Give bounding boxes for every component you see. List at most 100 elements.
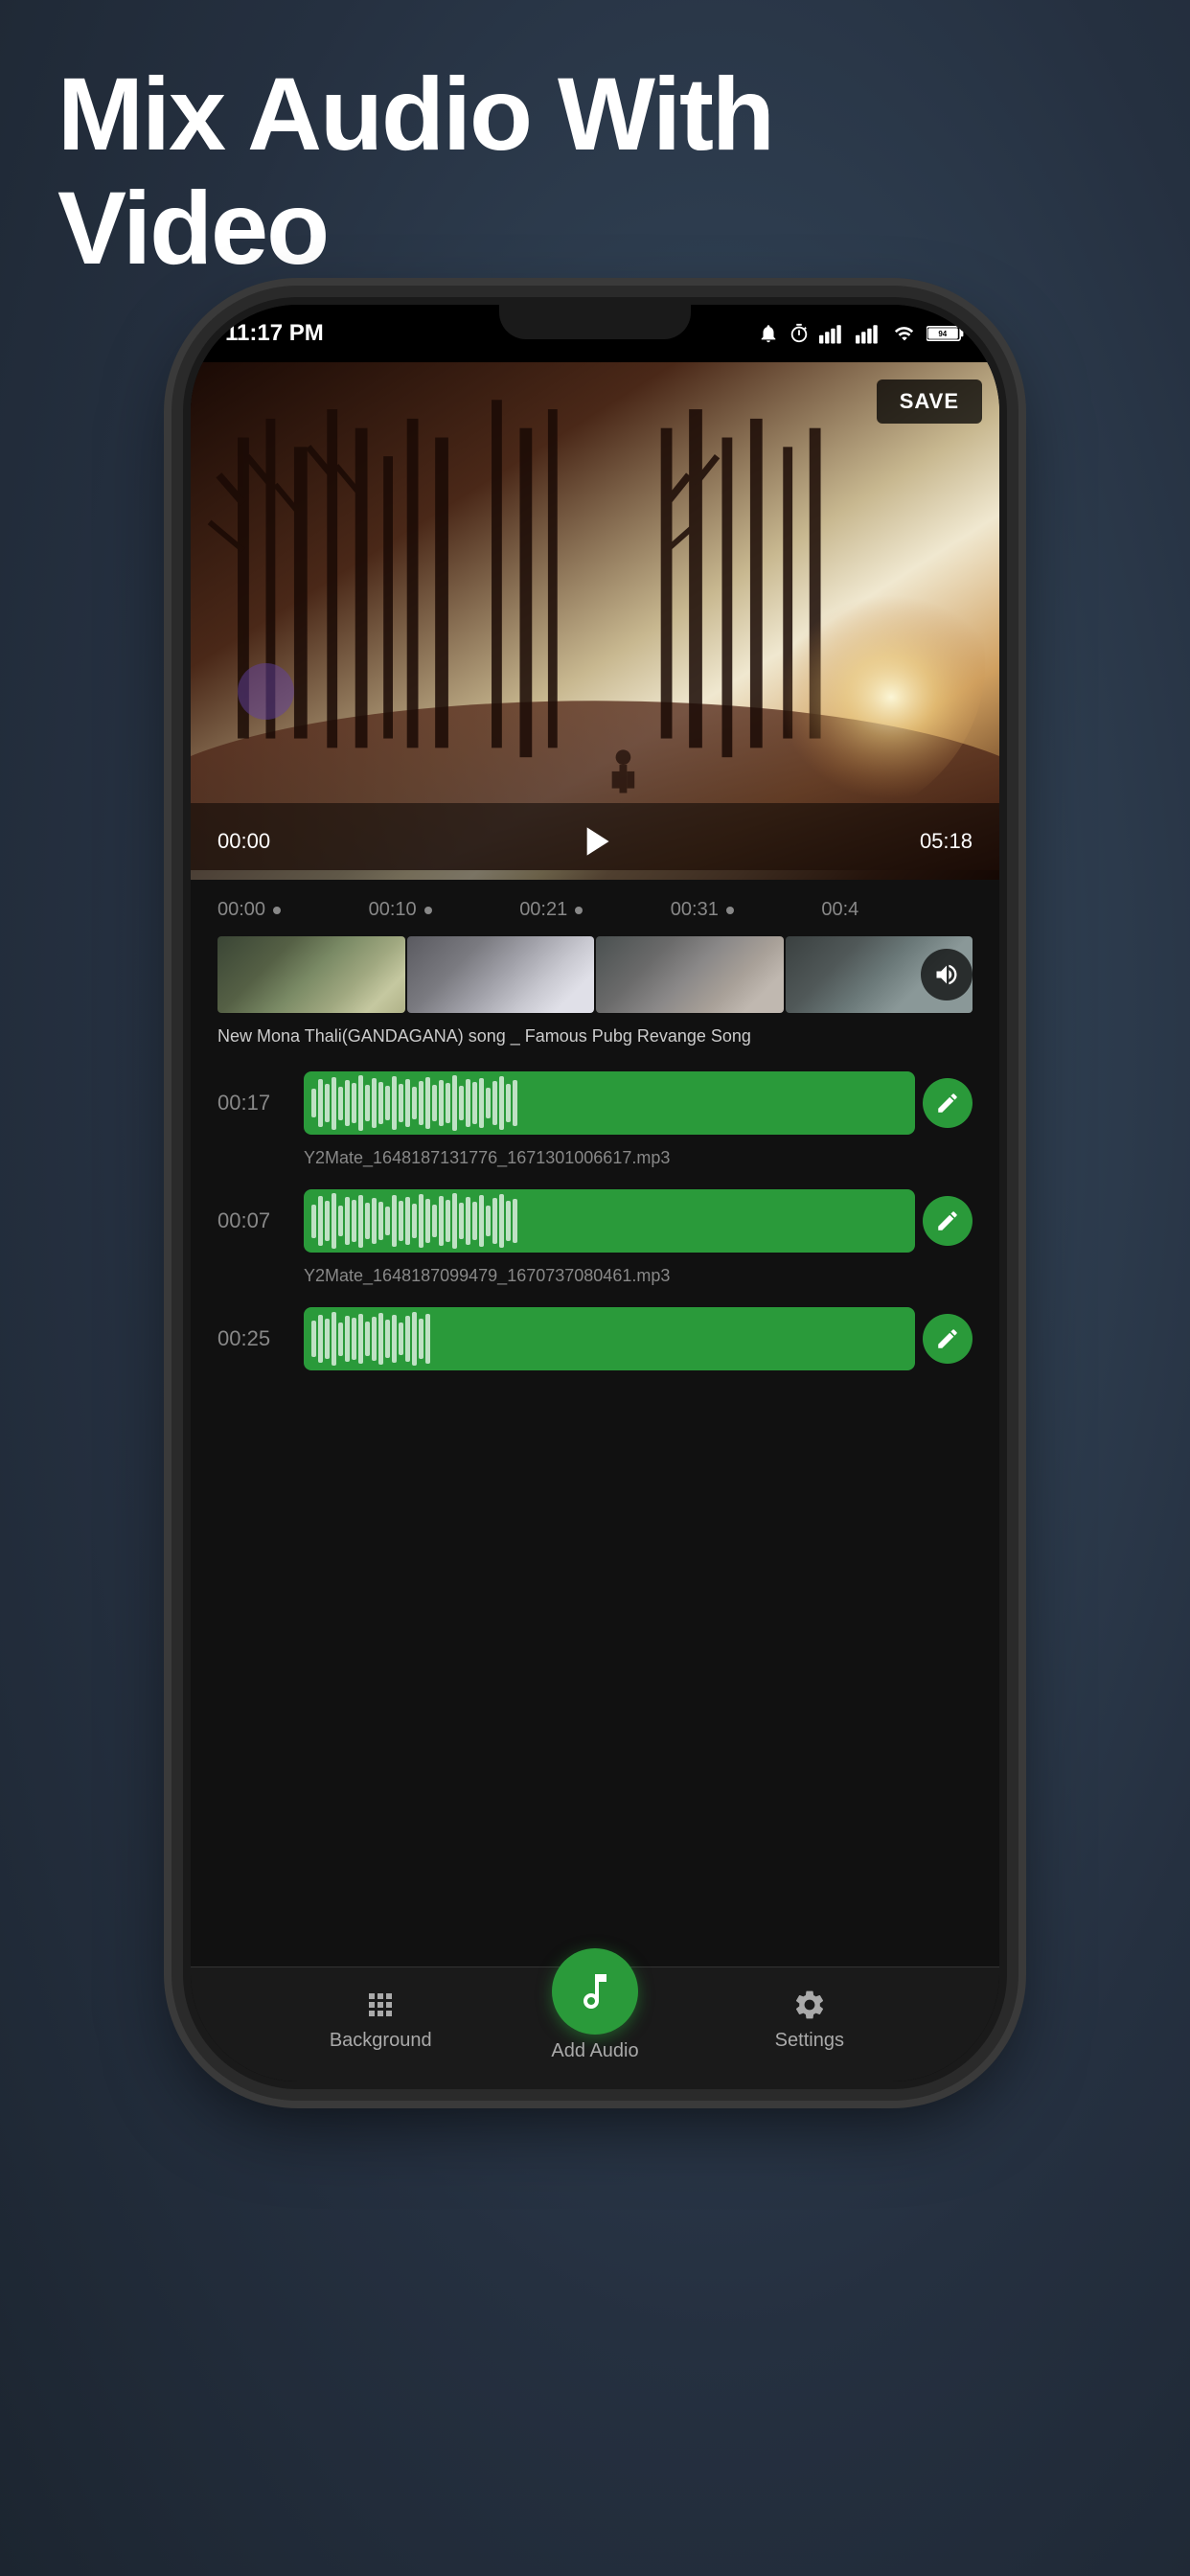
audio-tracks: 00:17 [191,1054,999,1388]
wbar [492,1198,497,1244]
play-button[interactable] [561,808,629,875]
wbar [452,1193,457,1249]
nav-add-audio-label: Add Audio [551,2040,638,2062]
wifi-icon [892,323,917,344]
status-time: 11:17 PM [225,320,324,347]
wbar [499,1194,504,1248]
wbar [466,1197,470,1245]
wbar [358,1195,363,1248]
track-3-time: 00:25 [217,1326,304,1351]
volume-icon-wrapper[interactable] [921,949,973,1000]
wbar [506,1084,511,1122]
wbar [318,1079,323,1127]
wbar [492,1081,497,1125]
wbar [399,1084,403,1122]
wbar [425,1199,430,1243]
timeline-mark-2: 00:21 [519,899,671,921]
wbar [466,1079,470,1127]
timeline-dot-0 [273,907,281,914]
wbar [372,1317,377,1361]
wbar [318,1315,323,1363]
wbar [446,1083,450,1123]
wbar [332,1312,336,1366]
current-time: 00:00 [217,829,270,854]
wbar [352,1318,356,1360]
audio-track-3: 00:25 [191,1298,999,1380]
pencil-icon [935,1091,960,1116]
wbar [325,1084,330,1122]
wbar [365,1203,370,1239]
wbar [513,1080,517,1126]
track-3-edit-button[interactable] [923,1314,973,1364]
timeline-dot-2 [575,907,583,914]
wbar [352,1200,356,1242]
wbar [392,1195,397,1247]
wbar [486,1088,491,1118]
signal2-icon [856,323,882,344]
nav-item-settings[interactable]: Settings [639,1988,980,2052]
notch [499,305,691,339]
wbar [432,1205,437,1237]
video-player[interactable]: SAVE 00:00 05:18 [191,362,999,880]
track-2-time: 00:07 [217,1208,304,1233]
wbar [338,1322,343,1356]
wbar [372,1198,377,1244]
wbar [405,1316,410,1362]
wbar [325,1201,330,1241]
wbar [392,1076,397,1130]
wbar [399,1201,403,1241]
nav-item-background[interactable]: Background [210,1988,551,2052]
nav-item-add-audio[interactable]: Add Audio [551,1948,638,2062]
wbar [506,1201,511,1241]
wbar [311,1205,316,1238]
battery-icon: 94 [927,323,965,344]
pencil-icon [935,1208,960,1233]
video-thumb-1 [217,936,405,1013]
wbar [385,1207,390,1235]
wbar [419,1319,423,1359]
wbar [365,1322,370,1356]
wbar [318,1196,323,1246]
video-trees [191,362,999,870]
wbar [332,1193,336,1249]
wbar [479,1195,484,1247]
status-icons: 94 [758,323,965,344]
phone-frame: 11:17 PM [183,297,1007,2089]
wbar [325,1319,330,1359]
add-audio-button[interactable] [552,1948,638,2035]
music-note-icon [572,1968,618,2014]
wbar [405,1079,410,1127]
track-1-edit-button[interactable] [923,1078,973,1128]
wbar [419,1194,423,1248]
wbar [425,1314,430,1364]
video-thumb-3 [596,936,784,1013]
track-1-time: 00:17 [217,1091,304,1116]
audio-track-2: 00:07 [191,1180,999,1262]
wbar [311,1089,316,1117]
wbar [345,1316,350,1362]
nav-settings-label: Settings [775,2030,844,2052]
wbar [439,1080,444,1126]
hero-title: Mix Audio WithVideo [0,58,1190,286]
wbar [425,1077,430,1129]
timeline-mark-0: 00:00 [217,899,369,921]
track-1-waveform [304,1071,915,1135]
audio-track-1: 00:17 [191,1062,999,1144]
track-2-edit-button[interactable] [923,1196,973,1246]
wbar [311,1321,316,1357]
video-thumb-2 [407,936,595,1013]
wbar [513,1199,517,1243]
svg-text:94: 94 [938,330,947,338]
wbar [385,1320,390,1358]
wbar [412,1087,417,1119]
wbar [352,1083,356,1123]
wbar [472,1202,477,1240]
wbar [412,1312,417,1366]
wbar [378,1082,383,1124]
wbar [479,1078,484,1128]
wbar [459,1203,464,1239]
timer-icon [789,323,810,344]
wbar [338,1206,343,1236]
timeline-dot-3 [726,907,734,914]
save-button[interactable]: SAVE [877,380,982,424]
